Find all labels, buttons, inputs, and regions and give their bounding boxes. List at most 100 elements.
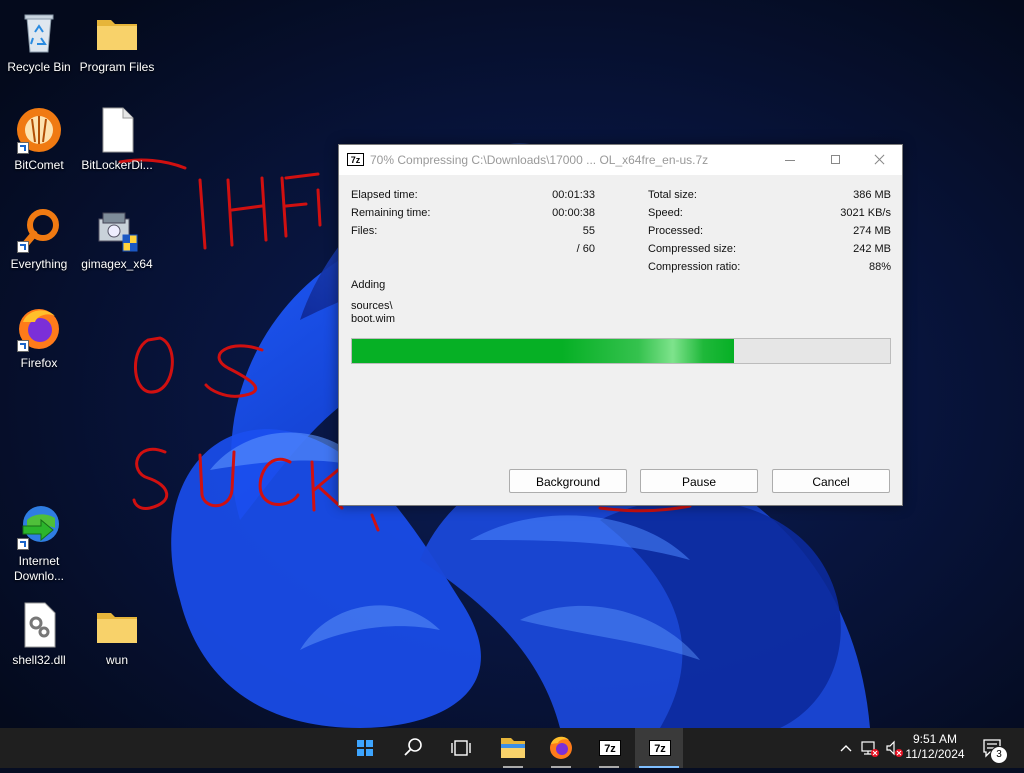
stat-label: Compression ratio: xyxy=(648,261,741,273)
desktop-icon-program-files[interactable]: Program Files xyxy=(78,8,156,75)
desktop-icon-label: Internet Downlo... xyxy=(13,554,65,583)
firefox-icon xyxy=(15,304,63,352)
shortcut-arrow-icon xyxy=(17,241,29,253)
7zip-icon: 7z xyxy=(649,740,671,756)
desktop-icon-internet-download-manager[interactable]: Internet Downlo... xyxy=(0,502,78,584)
task-view-icon xyxy=(451,740,471,756)
task-view-button[interactable] xyxy=(437,728,485,768)
internet-download-manager-icon xyxy=(15,502,63,550)
stat-label: Remaining time: xyxy=(351,207,431,219)
compression-progress-dialog: 7z 70% Compressing C:\Downloads\17000 ..… xyxy=(338,144,903,506)
volume-muted-icon[interactable] xyxy=(884,738,904,758)
stat-label: Elapsed time: xyxy=(351,189,418,201)
start-icon xyxy=(357,740,373,756)
chevron-up-icon[interactable] xyxy=(838,738,854,758)
dialog-title: 70% Compressing C:\Downloads\17000 ... O… xyxy=(370,153,709,167)
desktop-icon-shell32-dll[interactable]: shell32.dll xyxy=(0,601,78,668)
stat-row: Compression ratio: 88% xyxy=(648,259,891,277)
clock-date: 11/12/2024 xyxy=(905,747,965,761)
file-icon xyxy=(93,106,141,154)
stat-value: 00:01:33 xyxy=(552,189,595,201)
desktop-icon-label: Program Files xyxy=(79,60,155,74)
stat-value: 274 MB xyxy=(853,225,891,237)
desktop-icon-label: Firefox xyxy=(20,356,58,370)
stat-value: 55 xyxy=(582,225,595,237)
folder-icon xyxy=(93,8,141,56)
everything-search-icon xyxy=(15,205,63,253)
stat-row: Compressed size: 242 MB xyxy=(648,241,891,259)
start-button[interactable] xyxy=(341,728,389,768)
firefox-icon xyxy=(550,736,572,759)
search-icon xyxy=(404,738,422,756)
close-button[interactable] xyxy=(857,145,903,175)
taskbar-7zip[interactable]: 7z xyxy=(585,728,633,768)
gimagex-icon xyxy=(93,205,141,253)
pause-button[interactable]: Pause xyxy=(640,469,758,493)
current-path-file: boot.wim xyxy=(351,313,396,325)
desktop-icon-everything[interactable]: Everything xyxy=(0,205,78,272)
progress-bar-fill xyxy=(352,339,734,363)
desktop-icon-wun[interactable]: wun xyxy=(78,601,156,668)
search-button[interactable] xyxy=(389,728,437,768)
maximize-button[interactable] xyxy=(813,145,859,175)
stat-label: Compressed size: xyxy=(648,243,737,255)
stat-row: Files: 55 xyxy=(351,223,595,241)
stat-row: Processed: 274 MB xyxy=(648,223,891,241)
stat-value: 00:00:38 xyxy=(552,207,595,219)
taskbar-firefox[interactable] xyxy=(537,728,585,768)
desktop-icon-bitlocker[interactable]: BitLockerDi... xyxy=(78,106,156,173)
desktop-icon-recycle-bin[interactable]: Recycle Bin xyxy=(0,8,78,75)
stat-row: Elapsed time: 00:01:33 xyxy=(351,187,595,205)
desktop-icon-gimagex[interactable]: gimagex_x64 xyxy=(78,205,156,272)
7zip-icon: 7z xyxy=(347,153,364,166)
current-path-folder: sources\ xyxy=(351,300,393,312)
stat-value: / 60 xyxy=(576,243,595,255)
desktop-icon-label: BitLockerDi... xyxy=(81,158,153,172)
shortcut-arrow-icon xyxy=(17,538,29,550)
stat-value: 386 MB xyxy=(853,189,891,201)
clock-time: 9:51 AM xyxy=(912,732,958,746)
current-file-path: sources\ boot.wim xyxy=(351,300,395,326)
taskbar: 7z 7z 9:51 AM 11/12/2024 3 xyxy=(0,728,1024,768)
network-disconnected-icon[interactable] xyxy=(860,738,880,758)
stat-value: 3021 KB/s xyxy=(840,207,891,219)
notification-count-badge: 3 xyxy=(990,746,1008,764)
taskbar-file-explorer[interactable] xyxy=(489,728,537,768)
cancel-button[interactable]: Cancel xyxy=(772,469,890,493)
bitcomet-icon xyxy=(15,106,63,154)
desktop-icon-label: Recycle Bin xyxy=(7,60,71,74)
desktop-icon-label: gimagex_x64 xyxy=(81,257,153,271)
dialog-titlebar[interactable]: 7z 70% Compressing C:\Downloads\17000 ..… xyxy=(339,145,902,175)
recycle-bin-icon xyxy=(15,8,63,56)
time-file-stats: Elapsed time: 00:01:33 Remaining time: 0… xyxy=(351,187,595,259)
stat-label: Total size: xyxy=(648,189,697,201)
desktop-icon-firefox[interactable]: Firefox xyxy=(0,304,78,371)
desktop-icon-label: BitComet xyxy=(14,158,64,172)
desktop-icon-label: wun xyxy=(105,653,128,667)
shortcut-arrow-icon xyxy=(17,142,29,154)
system-clock[interactable]: 9:51 AM 11/12/2024 xyxy=(902,732,968,762)
desktop-icon-label: Everything xyxy=(10,257,68,271)
stat-row: / 60 xyxy=(351,241,595,259)
stat-row: Remaining time: 00:00:38 xyxy=(351,205,595,223)
taskbar-7zip-active[interactable]: 7z xyxy=(635,728,683,768)
folder-icon xyxy=(93,601,141,649)
stat-value: 88% xyxy=(868,261,891,273)
stat-label: Speed: xyxy=(648,207,683,219)
stat-value: 242 MB xyxy=(853,243,891,255)
shortcut-arrow-icon xyxy=(17,340,29,352)
stat-row: Speed: 3021 KB/s xyxy=(648,205,891,223)
desktop-icon-label: shell32.dll xyxy=(12,653,66,667)
size-stats: Total size: 386 MB Speed: 3021 KB/s Proc… xyxy=(648,187,891,277)
operation-label: Adding xyxy=(351,279,386,291)
minimize-button[interactable] xyxy=(767,145,813,175)
dll-file-icon xyxy=(15,601,63,649)
stat-label: Processed: xyxy=(648,225,704,237)
background-button[interactable]: Background xyxy=(509,469,627,493)
7zip-icon: 7z xyxy=(599,740,621,756)
progress-bar xyxy=(351,338,891,364)
stat-row: Total size: 386 MB xyxy=(648,187,891,205)
file-explorer-icon xyxy=(501,738,525,758)
stat-label: Files: xyxy=(351,225,378,237)
desktop-icon-bitcomet[interactable]: BitComet xyxy=(0,106,78,173)
